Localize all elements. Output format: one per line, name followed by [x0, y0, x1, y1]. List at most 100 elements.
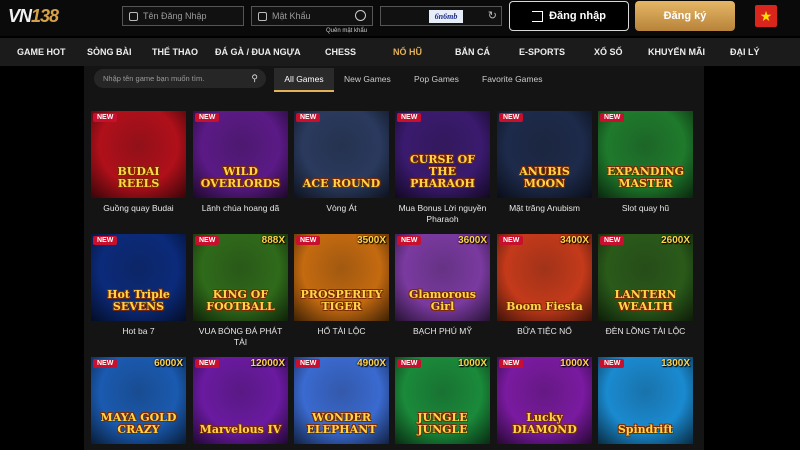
- main-nav: GAME HOT SÒNG BÀI THỂ THAO ĐÁ GÀ / ĐUA N…: [0, 38, 800, 66]
- register-button[interactable]: Đăng ký: [635, 1, 735, 31]
- game-card[interactable]: NEW 3500X PROSPERITY TIGER HỔ TÀI LỘC: [294, 234, 389, 337]
- game-card[interactable]: NEW ACE ROUND Vòng Át: [294, 111, 389, 214]
- multiplier-label: 888X: [261, 235, 285, 246]
- new-badge: NEW: [93, 236, 118, 245]
- login-button[interactable]: Đăng nhập: [509, 1, 629, 31]
- site-logo[interactable]: VN138: [8, 6, 59, 28]
- game-thumbnail[interactable]: NEW WILD OVERLORDS: [193, 111, 288, 198]
- game-thumbnail[interactable]: NEW ANUBIS MOON: [497, 111, 592, 198]
- vietnam-flag-icon[interactable]: ★: [755, 5, 777, 27]
- game-thumbnail[interactable]: NEW ACE ROUND: [294, 111, 389, 198]
- nav-sports[interactable]: THỂ THAO: [152, 38, 198, 66]
- game-thumbnail[interactable]: NEW 12000X Marvelous IV: [193, 357, 288, 444]
- game-card[interactable]: NEW WILD OVERLORDS Lãnh chúa hoang dã: [193, 111, 288, 214]
- multiplier-label: 1300X: [661, 358, 690, 369]
- tab-all-games[interactable]: All Games: [274, 68, 334, 92]
- nav-fishing[interactable]: BẮN CÁ: [455, 38, 490, 66]
- captcha-image: 6n6mb: [429, 10, 463, 23]
- game-thumbnail[interactable]: NEW 6000X MAYA GOLD CRAZY: [91, 357, 186, 444]
- nav-slots[interactable]: NỔ HŨ: [393, 38, 422, 66]
- nav-esports[interactable]: E-SPORTS: [519, 38, 565, 66]
- game-logo-title: KING OF FOOTBALL: [206, 288, 275, 313]
- game-caption[interactable]: BỮA TIỆC NỔ: [497, 326, 592, 337]
- forgot-password-link[interactable]: Quên mật khẩu: [326, 28, 367, 34]
- game-caption[interactable]: Hot ba 7: [91, 326, 186, 337]
- game-card[interactable]: NEW 1000X Lucky DIAMOND: [497, 357, 592, 444]
- game-thumbnail[interactable]: NEW 2600X LANTERN WEALTH: [598, 234, 693, 321]
- game-caption[interactable]: Slot quay hũ: [598, 203, 693, 214]
- user-icon: [129, 11, 138, 21]
- new-badge: NEW: [296, 236, 321, 245]
- new-badge: NEW: [499, 113, 524, 122]
- game-card[interactable]: NEW 4900X WONDER ELEPHANT: [294, 357, 389, 444]
- game-caption[interactable]: Vòng Át: [294, 203, 389, 214]
- game-logo-title: JUNGLE JUNGLE: [417, 411, 468, 436]
- username-field[interactable]: Tên Đăng Nhập: [122, 6, 244, 26]
- game-card[interactable]: NEW BUDAI REELS Guồng quay Budai: [91, 111, 186, 214]
- game-caption[interactable]: HỔ TÀI LỘC: [294, 326, 389, 337]
- game-card[interactable]: NEW 12000X Marvelous IV: [193, 357, 288, 444]
- nav-casino[interactable]: SÒNG BÀI: [87, 38, 132, 66]
- game-card[interactable]: NEW 6000X MAYA GOLD CRAZY: [91, 357, 186, 444]
- game-card[interactable]: NEW ANUBIS MOON Mặt trăng Anubism: [497, 111, 592, 214]
- game-card[interactable]: NEW 1000X JUNGLE JUNGLE: [395, 357, 490, 444]
- game-caption[interactable]: Guồng quay Budai: [91, 203, 186, 214]
- game-card[interactable]: NEW 3400X Boom Fiesta BỮA TIỆC NỔ: [497, 234, 592, 337]
- multiplier-label: 3600X: [458, 235, 487, 246]
- game-card[interactable]: NEW 2600X LANTERN WEALTH ĐÈN LỒNG TÀI LỘC: [598, 234, 693, 337]
- refresh-icon[interactable]: ↻: [488, 10, 497, 23]
- login-label: Đăng nhập: [549, 10, 606, 22]
- new-badge: NEW: [397, 359, 422, 368]
- game-caption[interactable]: ĐÈN LỒNG TÀI LỘC: [598, 326, 693, 337]
- game-card[interactable]: NEW EXPANDING MASTER Slot quay hũ: [598, 111, 693, 214]
- eye-slash-icon[interactable]: [355, 10, 366, 21]
- logo-number: 138: [31, 6, 59, 26]
- game-card[interactable]: NEW 888X KING OF FOOTBALL VUA BÓNG ĐÁ PHÁT …: [193, 234, 288, 348]
- multiplier-label: 6000X: [154, 358, 183, 369]
- game-caption[interactable]: Mặt trăng Anubism: [497, 203, 592, 214]
- password-placeholder: Mật Khẩu: [272, 11, 311, 21]
- game-caption[interactable]: VUA BÓNG ĐÁ PHÁT TÀI: [193, 326, 288, 348]
- captcha-field[interactable]: 6n6mb ↻: [380, 6, 502, 26]
- game-card[interactable]: NEW CURSE OF THE PHARAOH Mua Bonus Lời ngu…: [395, 111, 490, 225]
- nav-game-hot[interactable]: GAME HOT: [17, 38, 66, 66]
- nav-lottery[interactable]: XỔ SỐ: [594, 38, 623, 66]
- search-icon[interactable]: ⚲: [251, 69, 258, 88]
- new-badge: NEW: [499, 359, 524, 368]
- game-thumbnail[interactable]: NEW CURSE OF THE PHARAOH: [395, 111, 490, 198]
- game-caption[interactable]: BẠCH PHÚ MỸ: [395, 326, 490, 337]
- game-card[interactable]: NEW 1300X Spindrift: [598, 357, 693, 444]
- game-logo-title: Boom Fiesta: [506, 300, 583, 313]
- game-card[interactable]: NEW Hot Triple SEVENS Hot ba 7: [91, 234, 186, 337]
- password-field[interactable]: Mật Khẩu: [251, 6, 373, 26]
- nav-cockfight-racing[interactable]: ĐÁ GÀ / ĐUA NGỰA: [215, 38, 301, 66]
- new-badge: NEW: [93, 359, 118, 368]
- multiplier-label: 3400X: [560, 235, 589, 246]
- game-thumbnail[interactable]: NEW 1300X Spindrift: [598, 357, 693, 444]
- game-thumbnail[interactable]: NEW BUDAI REELS: [91, 111, 186, 198]
- game-thumbnail[interactable]: NEW 3500X PROSPERITY TIGER: [294, 234, 389, 321]
- game-thumbnail[interactable]: NEW EXPANDING MASTER: [598, 111, 693, 198]
- game-thumbnail[interactable]: NEW 1000X JUNGLE JUNGLE: [395, 357, 490, 444]
- new-badge: NEW: [195, 113, 220, 122]
- new-badge: NEW: [499, 236, 524, 245]
- nav-promotions[interactable]: KHUYẾN MÃI: [648, 38, 705, 66]
- game-search-input[interactable]: Nhập tên game bạn muốn tìm. ⚲: [94, 69, 266, 88]
- nav-agent[interactable]: ĐẠI LÝ: [730, 38, 760, 66]
- search-placeholder: Nhập tên game bạn muốn tìm.: [103, 74, 205, 83]
- game-thumbnail[interactable]: NEW 888X KING OF FOOTBALL: [193, 234, 288, 321]
- tab-favorite-games[interactable]: Favorite Games: [482, 68, 542, 92]
- tab-new-games[interactable]: New Games: [344, 68, 391, 92]
- game-caption[interactable]: Lãnh chúa hoang dã: [193, 203, 288, 214]
- game-thumbnail[interactable]: NEW 3600X Glamorous Girl: [395, 234, 490, 321]
- new-badge: NEW: [195, 359, 220, 368]
- game-logo-title: WONDER ELEPHANT: [306, 411, 377, 436]
- game-thumbnail[interactable]: NEW 1000X Lucky DIAMOND: [497, 357, 592, 444]
- game-thumbnail[interactable]: NEW Hot Triple SEVENS: [91, 234, 186, 321]
- game-caption[interactable]: Mua Bonus Lời nguyền Pharaoh: [395, 203, 490, 225]
- game-card[interactable]: NEW 3600X Glamorous Girl BẠCH PHÚ MỸ: [395, 234, 490, 337]
- game-thumbnail[interactable]: NEW 4900X WONDER ELEPHANT: [294, 357, 389, 444]
- tab-pop-games[interactable]: Pop Games: [414, 68, 459, 92]
- game-thumbnail[interactable]: NEW 3400X Boom Fiesta: [497, 234, 592, 321]
- nav-chess[interactable]: CHESS: [325, 38, 356, 66]
